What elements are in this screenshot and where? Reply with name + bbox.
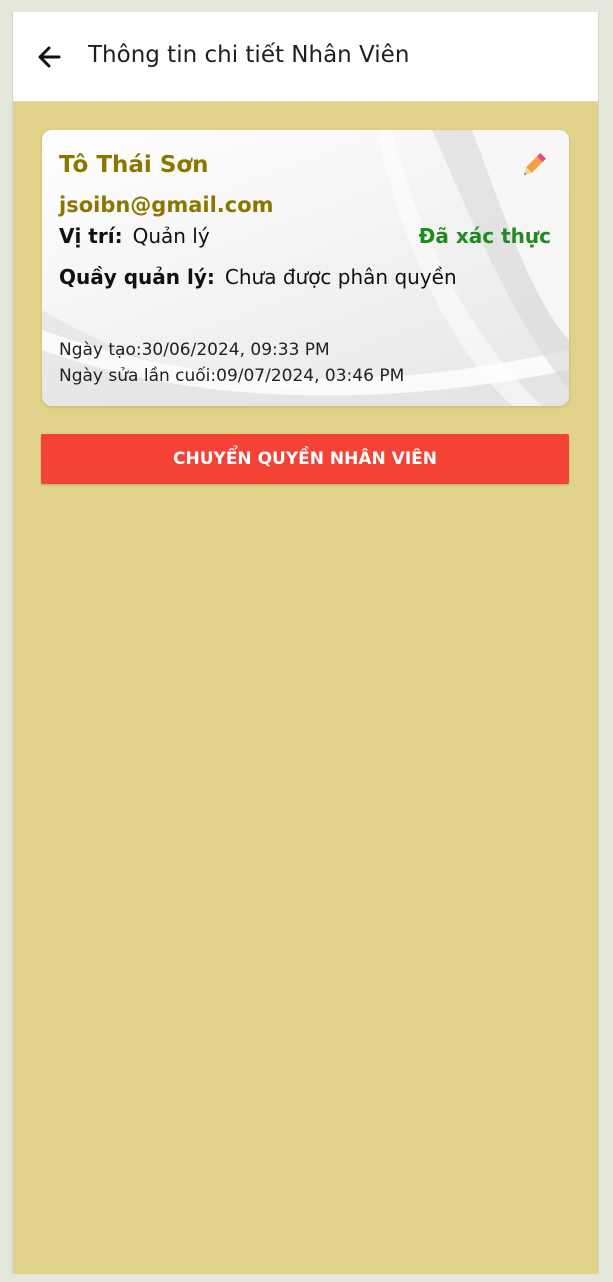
arrow-left-icon <box>38 46 61 68</box>
page-title: Thông tin chi tiết Nhân Viên <box>88 42 410 68</box>
created-date: Ngày tạo:30/06/2024, 09:33 PM <box>59 340 330 360</box>
counter-row: Quầy quản lý: Chưa được phân quyền <box>59 265 457 289</box>
employee-email: jsoibn@gmail.com <box>59 193 274 217</box>
counter-label: Quầy quản lý: <box>59 265 215 289</box>
employee-card: Tô Thái Sơn jsoibn@gmail.com Vị trí: Quản… <box>42 130 569 406</box>
role-value: Quản lý <box>132 224 210 248</box>
edit-button[interactable] <box>519 150 549 180</box>
counter-value: Chưa được phân quyền <box>224 265 457 289</box>
back-button[interactable] <box>35 42 65 72</box>
verified-status: Đã xác thực <box>418 224 551 248</box>
role-label: Vị trí: <box>59 224 123 248</box>
employee-name: Tô Thái Sơn <box>59 152 209 178</box>
transfer-role-button[interactable]: CHUYỂN QUYỀN NHÂN VIÊN <box>41 434 569 484</box>
role-row: Vị trí: Quản lý <box>59 224 210 248</box>
app-frame: Thông tin chi tiết Nhân Viên Tô Thái Sơn… <box>12 12 599 1274</box>
modified-date: Ngày sửa lần cuối:09/07/2024, 03:46 PM <box>59 366 405 386</box>
pencil-icon <box>524 152 547 175</box>
app-header: Thông tin chi tiết Nhân Viên <box>13 12 598 102</box>
